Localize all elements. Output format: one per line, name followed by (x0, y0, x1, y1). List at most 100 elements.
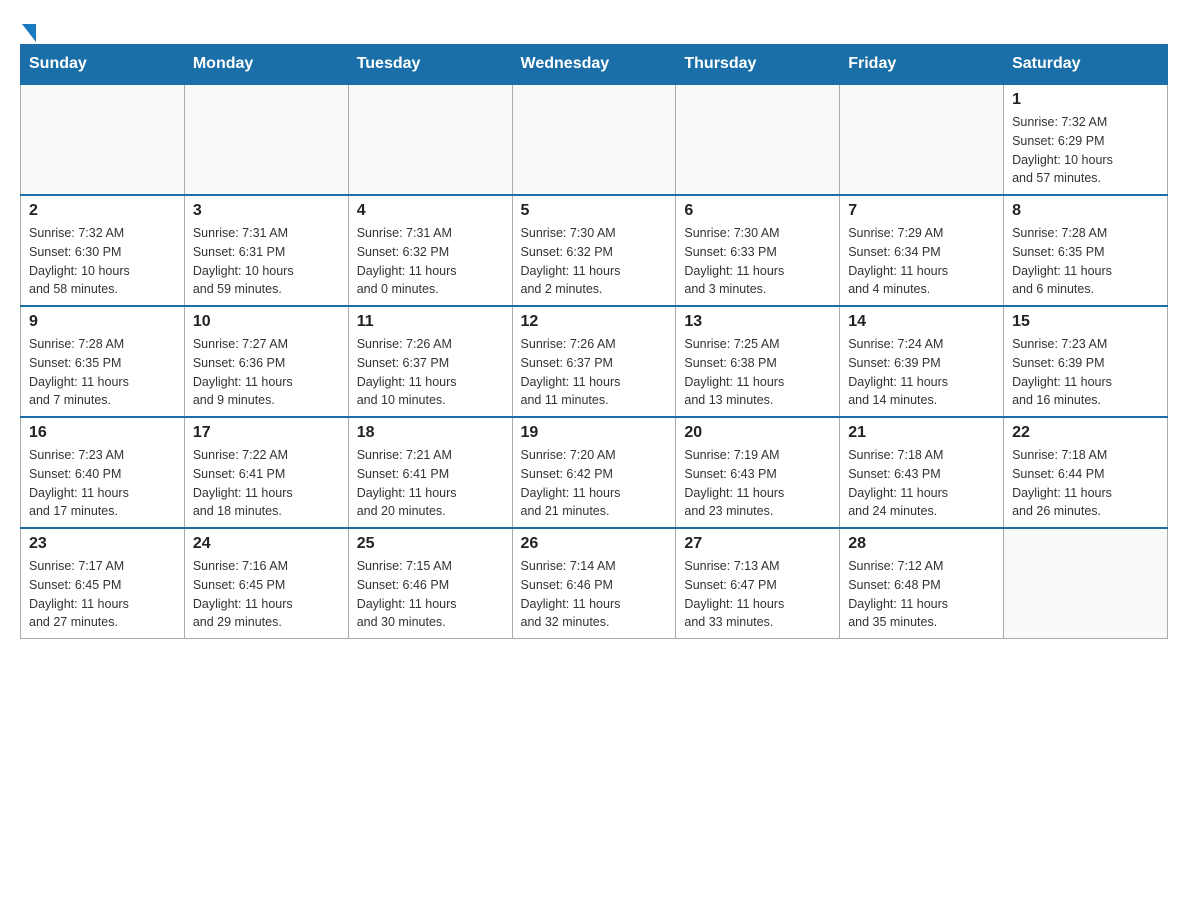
day-info: Sunrise: 7:28 AM Sunset: 6:35 PM Dayligh… (1012, 224, 1159, 299)
calendar-day-cell: 5 Sunrise: 7:30 AM Sunset: 6:32 PM Daylig… (512, 195, 676, 306)
weekday-header-tuesday: Tuesday (348, 45, 512, 85)
day-number: 18 (357, 424, 504, 442)
day-info: Sunrise: 7:24 AM Sunset: 6:39 PM Dayligh… (848, 335, 995, 410)
calendar-day-cell: 20 Sunrise: 7:19 AM Sunset: 6:43 PM Dayli… (676, 417, 840, 528)
day-info: Sunrise: 7:32 AM Sunset: 6:29 PM Dayligh… (1012, 113, 1159, 188)
day-number: 11 (357, 313, 504, 331)
day-number: 7 (848, 202, 995, 220)
day-number: 1 (1012, 91, 1159, 109)
weekday-header-friday: Friday (840, 45, 1004, 85)
calendar-day-cell: 24 Sunrise: 7:16 AM Sunset: 6:45 PM Dayli… (184, 528, 348, 639)
day-number: 25 (357, 535, 504, 553)
logo (20, 20, 36, 34)
calendar-day-cell: 19 Sunrise: 7:20 AM Sunset: 6:42 PM Dayli… (512, 417, 676, 528)
calendar-day-cell: 13 Sunrise: 7:25 AM Sunset: 6:38 PM Dayli… (676, 306, 840, 417)
calendar-day-cell (21, 84, 185, 195)
calendar-day-cell: 4 Sunrise: 7:31 AM Sunset: 6:32 PM Daylig… (348, 195, 512, 306)
day-number: 27 (684, 535, 831, 553)
calendar-day-cell (512, 84, 676, 195)
day-number: 15 (1012, 313, 1159, 331)
day-info: Sunrise: 7:16 AM Sunset: 6:45 PM Dayligh… (193, 557, 340, 632)
day-info: Sunrise: 7:23 AM Sunset: 6:39 PM Dayligh… (1012, 335, 1159, 410)
calendar-day-cell: 2Sunrise: 7:32 AM Sunset: 6:30 PM Daylig… (21, 195, 185, 306)
day-number: 2 (29, 202, 176, 220)
day-info: Sunrise: 7:19 AM Sunset: 6:43 PM Dayligh… (684, 446, 831, 521)
day-number: 19 (521, 424, 668, 442)
day-info: Sunrise: 7:27 AM Sunset: 6:36 PM Dayligh… (193, 335, 340, 410)
calendar-day-cell: 12 Sunrise: 7:26 AM Sunset: 6:37 PM Dayli… (512, 306, 676, 417)
calendar-day-cell (1004, 528, 1168, 639)
day-info: Sunrise: 7:22 AM Sunset: 6:41 PM Dayligh… (193, 446, 340, 521)
logo-general-text (20, 20, 36, 42)
day-number: 5 (521, 202, 668, 220)
calendar-day-cell: 8Sunrise: 7:28 AM Sunset: 6:35 PM Daylig… (1004, 195, 1168, 306)
day-number: 22 (1012, 424, 1159, 442)
weekday-header-monday: Monday (184, 45, 348, 85)
weekday-header-saturday: Saturday (1004, 45, 1168, 85)
day-info: Sunrise: 7:25 AM Sunset: 6:38 PM Dayligh… (684, 335, 831, 410)
calendar-day-cell: 17Sunrise: 7:22 AM Sunset: 6:41 PM Dayli… (184, 417, 348, 528)
day-info: Sunrise: 7:30 AM Sunset: 6:33 PM Dayligh… (684, 224, 831, 299)
day-info: Sunrise: 7:15 AM Sunset: 6:46 PM Dayligh… (357, 557, 504, 632)
calendar-day-cell: 14 Sunrise: 7:24 AM Sunset: 6:39 PM Dayli… (840, 306, 1004, 417)
day-info: Sunrise: 7:14 AM Sunset: 6:46 PM Dayligh… (521, 557, 668, 632)
calendar-week-row: 16 Sunrise: 7:23 AM Sunset: 6:40 PM Dayli… (21, 417, 1168, 528)
logo-arrow-icon (22, 24, 36, 42)
calendar-day-cell (676, 84, 840, 195)
day-info: Sunrise: 7:17 AM Sunset: 6:45 PM Dayligh… (29, 557, 176, 632)
day-info: Sunrise: 7:18 AM Sunset: 6:44 PM Dayligh… (1012, 446, 1159, 521)
day-number: 12 (521, 313, 668, 331)
day-number: 21 (848, 424, 995, 442)
day-info: Sunrise: 7:28 AM Sunset: 6:35 PM Dayligh… (29, 335, 176, 410)
calendar-header-row: SundayMondayTuesdayWednesdayThursdayFrid… (21, 45, 1168, 85)
calendar-day-cell: 23Sunrise: 7:17 AM Sunset: 6:45 PM Dayli… (21, 528, 185, 639)
day-number: 14 (848, 313, 995, 331)
calendar-day-cell: 25 Sunrise: 7:15 AM Sunset: 6:46 PM Dayli… (348, 528, 512, 639)
weekday-header-sunday: Sunday (21, 45, 185, 85)
day-number: 6 (684, 202, 831, 220)
calendar-day-cell (840, 84, 1004, 195)
calendar-week-row: 9 Sunrise: 7:28 AM Sunset: 6:35 PM Daylig… (21, 306, 1168, 417)
weekday-header-thursday: Thursday (676, 45, 840, 85)
page-header (20, 20, 1168, 34)
calendar-day-cell: 9 Sunrise: 7:28 AM Sunset: 6:35 PM Daylig… (21, 306, 185, 417)
calendar-day-cell: 6 Sunrise: 7:30 AM Sunset: 6:33 PM Daylig… (676, 195, 840, 306)
calendar-table: SundayMondayTuesdayWednesdayThursdayFrid… (20, 44, 1168, 639)
calendar-day-cell: 3 Sunrise: 7:31 AM Sunset: 6:31 PM Daylig… (184, 195, 348, 306)
day-info: Sunrise: 7:26 AM Sunset: 6:37 PM Dayligh… (521, 335, 668, 410)
calendar-day-cell: 26Sunrise: 7:14 AM Sunset: 6:46 PM Dayli… (512, 528, 676, 639)
calendar-week-row: 2Sunrise: 7:32 AM Sunset: 6:30 PM Daylig… (21, 195, 1168, 306)
calendar-week-row: 23Sunrise: 7:17 AM Sunset: 6:45 PM Dayli… (21, 528, 1168, 639)
calendar-day-cell: 15 Sunrise: 7:23 AM Sunset: 6:39 PM Dayli… (1004, 306, 1168, 417)
day-number: 20 (684, 424, 831, 442)
day-number: 10 (193, 313, 340, 331)
day-number: 24 (193, 535, 340, 553)
day-info: Sunrise: 7:31 AM Sunset: 6:31 PM Dayligh… (193, 224, 340, 299)
calendar-day-cell: 21 Sunrise: 7:18 AM Sunset: 6:43 PM Dayli… (840, 417, 1004, 528)
day-info: Sunrise: 7:21 AM Sunset: 6:41 PM Dayligh… (357, 446, 504, 521)
calendar-day-cell: 1 Sunrise: 7:32 AM Sunset: 6:29 PM Daylig… (1004, 84, 1168, 195)
weekday-header-wednesday: Wednesday (512, 45, 676, 85)
calendar-day-cell: 10 Sunrise: 7:27 AM Sunset: 6:36 PM Dayli… (184, 306, 348, 417)
day-number: 13 (684, 313, 831, 331)
calendar-day-cell (348, 84, 512, 195)
day-info: Sunrise: 7:26 AM Sunset: 6:37 PM Dayligh… (357, 335, 504, 410)
calendar-day-cell: 27 Sunrise: 7:13 AM Sunset: 6:47 PM Dayli… (676, 528, 840, 639)
day-info: Sunrise: 7:13 AM Sunset: 6:47 PM Dayligh… (684, 557, 831, 632)
day-info: Sunrise: 7:12 AM Sunset: 6:48 PM Dayligh… (848, 557, 995, 632)
day-number: 9 (29, 313, 176, 331)
day-info: Sunrise: 7:20 AM Sunset: 6:42 PM Dayligh… (521, 446, 668, 521)
day-info: Sunrise: 7:31 AM Sunset: 6:32 PM Dayligh… (357, 224, 504, 299)
day-number: 4 (357, 202, 504, 220)
day-number: 16 (29, 424, 176, 442)
calendar-week-row: 1 Sunrise: 7:32 AM Sunset: 6:29 PM Daylig… (21, 84, 1168, 195)
day-info: Sunrise: 7:23 AM Sunset: 6:40 PM Dayligh… (29, 446, 176, 521)
day-number: 3 (193, 202, 340, 220)
calendar-day-cell: 16 Sunrise: 7:23 AM Sunset: 6:40 PM Dayli… (21, 417, 185, 528)
day-info: Sunrise: 7:30 AM Sunset: 6:32 PM Dayligh… (521, 224, 668, 299)
calendar-day-cell: 28Sunrise: 7:12 AM Sunset: 6:48 PM Dayli… (840, 528, 1004, 639)
calendar-day-cell: 18 Sunrise: 7:21 AM Sunset: 6:41 PM Dayli… (348, 417, 512, 528)
calendar-day-cell (184, 84, 348, 195)
day-info: Sunrise: 7:18 AM Sunset: 6:43 PM Dayligh… (848, 446, 995, 521)
calendar-day-cell: 7Sunrise: 7:29 AM Sunset: 6:34 PM Daylig… (840, 195, 1004, 306)
